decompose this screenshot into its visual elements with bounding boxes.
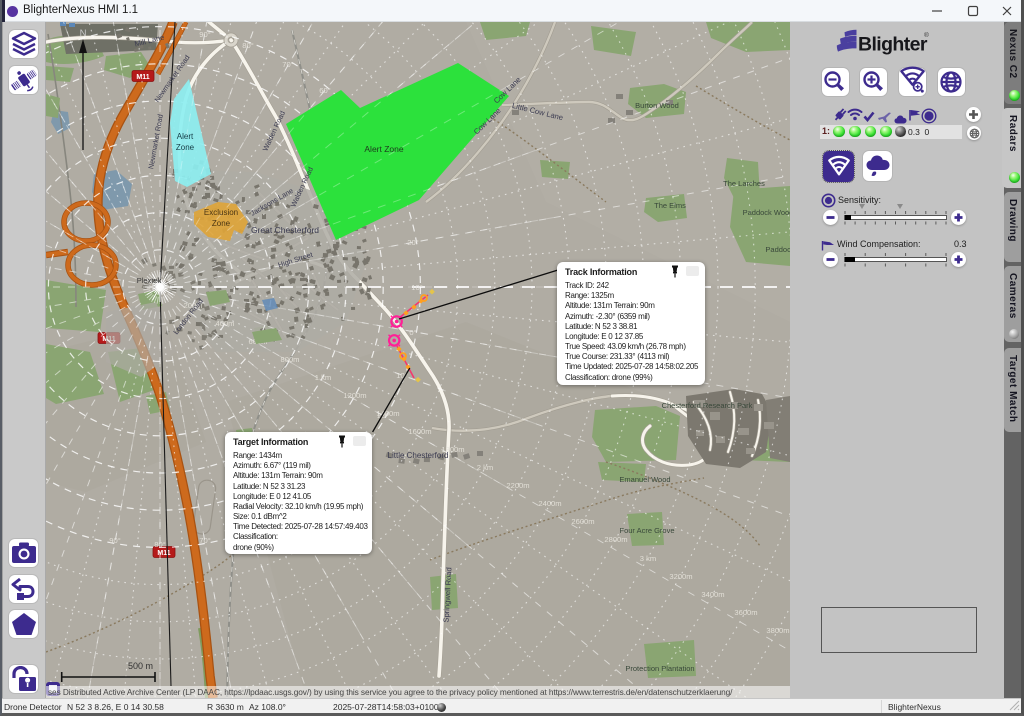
svg-text:400m: 400m (216, 319, 235, 328)
svg-text:2200m: 2200m (506, 481, 529, 490)
svg-text:2800m: 2800m (604, 535, 627, 544)
svg-text:3400m: 3400m (701, 590, 724, 599)
svg-text:1600m: 1600m (408, 427, 431, 436)
svg-text:Alert Zone: Alert Zone (364, 144, 403, 154)
svg-text:0°: 0° (409, 328, 416, 337)
svg-text:3200m: 3200m (669, 572, 692, 581)
svg-text:Four Acre Grove: Four Acre Grove (619, 526, 674, 535)
svg-text:70°: 70° (282, 60, 293, 69)
svg-text:70°: 70° (199, 536, 210, 545)
svg-text:N: N (80, 28, 87, 39)
svg-text:90°: 90° (109, 536, 120, 545)
svg-text:The Elms: The Elms (654, 201, 686, 210)
svg-text:Zone: Zone (212, 219, 231, 228)
svg-text:80°: 80° (242, 41, 253, 50)
svg-text:60°: 60° (319, 86, 330, 95)
svg-text:Chesterford Research Park: Chesterford Research Park (662, 401, 753, 410)
svg-text:1200m: 1200m (343, 391, 366, 400)
svg-text:90°: 90° (199, 30, 210, 39)
svg-text:Paddock Wood: Paddock Wood (743, 208, 790, 217)
svg-text:3 km: 3 km (640, 554, 656, 563)
svg-text:500 m: 500 m (128, 661, 153, 671)
svg-text:®: ® (924, 31, 929, 39)
svg-text:M11: M11 (157, 550, 170, 557)
svg-text:2600m: 2600m (571, 517, 594, 526)
svg-text:800m: 800m (281, 355, 300, 364)
svg-text:Little Chesterford: Little Chesterford (388, 451, 449, 460)
svg-text:20°: 20° (407, 238, 418, 247)
svg-text:2 km: 2 km (477, 463, 493, 472)
svg-text:Zone: Zone (176, 143, 195, 152)
svg-text:Blighter: Blighter (858, 34, 928, 56)
svg-text:Alert: Alert (177, 132, 194, 141)
svg-text:Great Chesterford: Great Chesterford (251, 225, 319, 235)
svg-text:Exclusion: Exclusion (204, 208, 238, 217)
svg-text:The Larches: The Larches (723, 179, 765, 188)
svg-text:2400m: 2400m (538, 499, 561, 508)
svg-text:M11: M11 (136, 74, 149, 81)
svg-text:20°: 20° (377, 411, 388, 420)
svg-text:Emanuel Wood: Emanuel Wood (619, 475, 670, 484)
svg-text:3600m: 3600m (734, 608, 757, 617)
svg-text:Protection Plantation: Protection Plantation (625, 664, 694, 673)
svg-text:Burton Wood: Burton Wood (635, 101, 679, 110)
svg-text:3800m: 3800m (766, 626, 789, 635)
svg-text:Paddock: Paddock (765, 245, 790, 254)
svg-text:Plextek: Plextek (137, 276, 162, 285)
